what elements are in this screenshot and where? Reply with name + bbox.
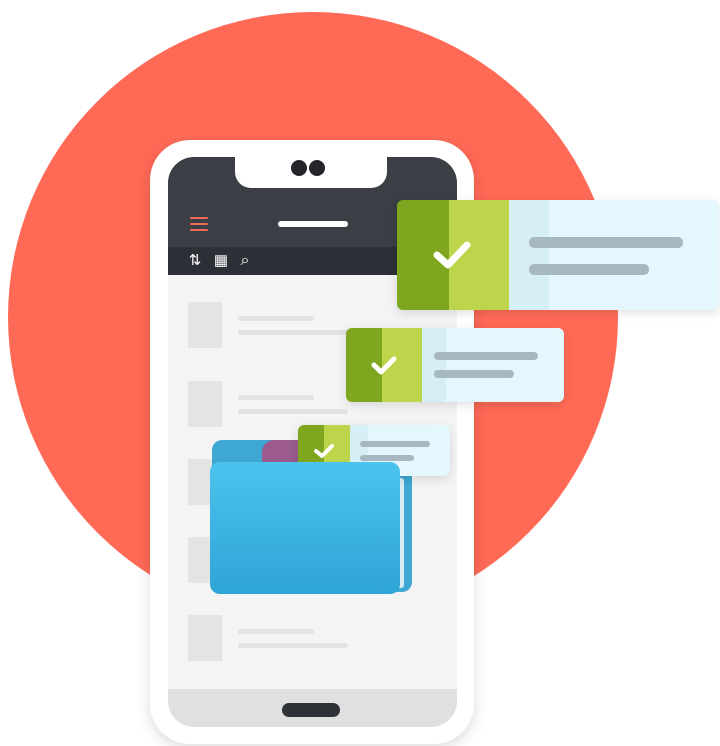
list-item-title [238,395,314,400]
sort-icon[interactable]: ⇅ [186,247,204,275]
folder-icon [210,462,400,594]
check-icon [308,438,340,464]
list-item[interactable] [188,615,348,661]
file-thumbnail [188,615,222,661]
check-icon [417,220,487,290]
camera-icon [291,160,307,176]
checked-card-large[interactable] [397,200,719,310]
list-item-subtitle [238,409,348,414]
check-icon [360,344,408,386]
home-button[interactable] [282,703,340,717]
grid-view-icon[interactable]: ▦ [212,247,230,275]
file-thumbnail [188,302,222,348]
list-item[interactable] [188,302,348,348]
search-icon[interactable]: ⌕ [236,247,254,275]
list-item-title [238,629,314,634]
list-item-title [238,316,314,321]
file-thumbnail [188,381,222,427]
phone-notch [235,157,387,188]
menu-icon[interactable] [190,217,208,235]
list-item-subtitle [238,330,348,335]
page-title-placeholder [278,221,348,227]
sensor-icon [309,160,325,176]
list-item-subtitle [238,643,348,648]
list-item[interactable] [188,381,348,427]
checked-card-medium[interactable] [346,328,564,402]
